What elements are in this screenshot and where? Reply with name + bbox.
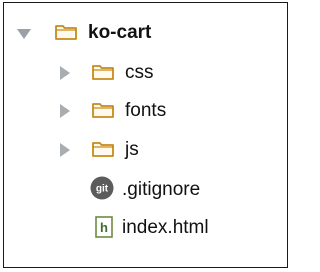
git-icon-text: git: [96, 184, 109, 195]
tree-item-css[interactable]: css: [4, 57, 287, 87]
folder-icon: [92, 65, 114, 80]
tree-item-label: css: [125, 62, 154, 83]
project-tree-panel: ko-cart css fonts js git .gitignore h in…: [3, 2, 288, 268]
tree-item-js[interactable]: js: [4, 134, 287, 164]
git-file-icon: git: [90, 176, 114, 200]
tree-item-label: index.html: [122, 217, 209, 238]
tree-item-fonts[interactable]: fonts: [4, 95, 287, 125]
tree-item-label: js: [125, 139, 139, 160]
folder-icon: [55, 25, 77, 40]
expand-arrow-right-icon[interactable]: [60, 143, 70, 157]
expand-arrow-down-icon[interactable]: [17, 29, 31, 39]
expand-arrow-right-icon[interactable]: [60, 66, 70, 80]
html-file-icon: h: [95, 216, 113, 238]
tree-item-label: fonts: [125, 100, 167, 121]
folder-icon: [92, 142, 114, 157]
html-icon-letter: h: [100, 220, 108, 235]
expand-arrow-right-icon[interactable]: [60, 104, 70, 118]
tree-item-label: .gitignore: [122, 179, 201, 200]
tree-item-ko-cart[interactable]: ko-cart: [4, 17, 287, 47]
tree-item-index-html[interactable]: h index.html: [4, 212, 287, 242]
tree-item-label: ko-cart: [88, 22, 152, 43]
folder-icon: [92, 103, 114, 118]
tree-item-gitignore[interactable]: git .gitignore: [4, 174, 287, 204]
